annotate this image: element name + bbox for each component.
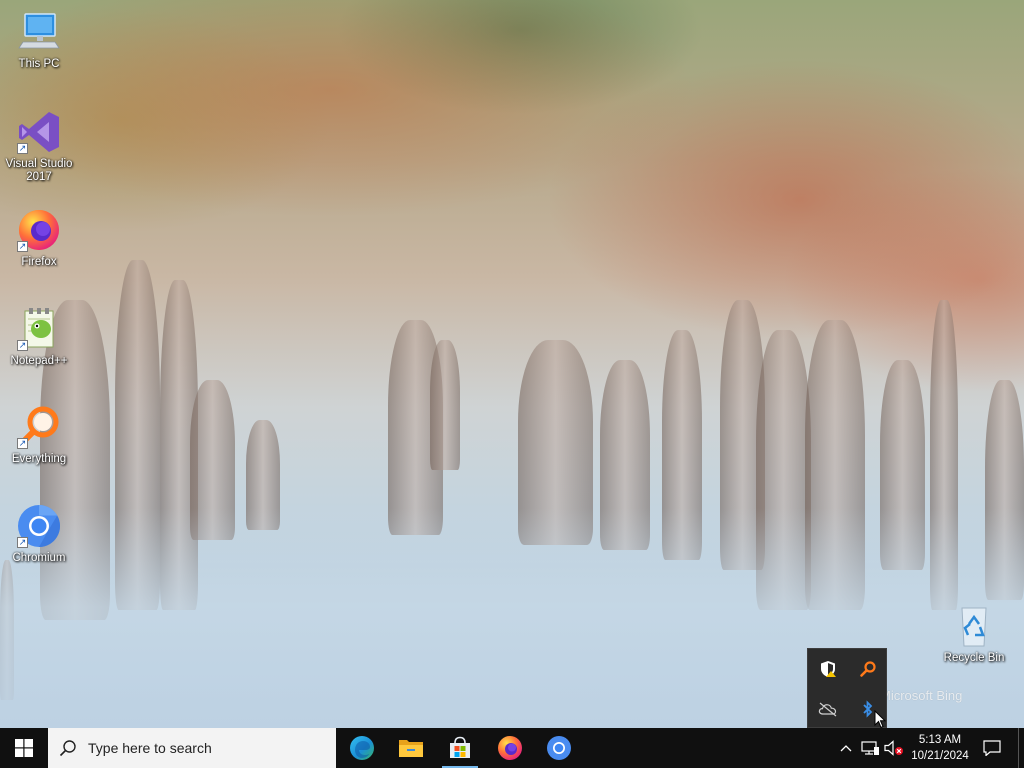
taskbar: 5:13 AM 10/21/2024 <box>0 728 1024 768</box>
firefox-icon: ↗ <box>15 206 63 254</box>
desktop-icon-chromium[interactable]: ↗ Chromium <box>1 502 77 565</box>
action-center-icon <box>983 740 1001 756</box>
desktop-icon-recycle-bin[interactable]: Recycle Bin <box>936 602 1012 665</box>
desktop-icon-this-pc[interactable]: This PC <box>1 8 77 71</box>
visual-studio-icon: ↗ <box>15 108 63 156</box>
show-desktop-button[interactable] <box>1018 728 1024 768</box>
clock-time: 5:13 AM <box>918 734 962 746</box>
search-icon <box>48 739 88 757</box>
recycle-bin-icon <box>950 602 998 650</box>
taskbar-file-explorer[interactable] <box>387 728 435 768</box>
everything-search-icon: ↗ <box>15 403 63 451</box>
onedrive-offline-icon[interactable] <box>808 689 848 729</box>
windows-logo-icon <box>15 739 33 757</box>
taskbar-clock[interactable]: 5:13 AM 10/21/2024 <box>906 728 974 768</box>
firefox-icon <box>498 736 522 760</box>
start-button[interactable] <box>0 728 48 768</box>
desktop[interactable]: This PC ↗ Visual Studio 2017 ↗ Firefox ↗… <box>0 0 1024 728</box>
volume-muted-icon[interactable] <box>883 728 905 768</box>
desktop-icon-label: Notepad++ <box>10 355 68 367</box>
desktop-icon-label: This PC <box>18 58 60 70</box>
desktop-icon-label: Recycle Bin <box>943 652 1005 664</box>
search-input[interactable] <box>88 740 328 756</box>
taskbar-edge[interactable] <box>338 728 386 768</box>
desktop-icon-label: Everything <box>11 453 67 465</box>
action-center-button[interactable] <box>978 728 1006 768</box>
clock-date: 10/21/2024 <box>911 750 969 762</box>
taskbar-firefox[interactable] <box>486 728 534 768</box>
notepadpp-icon: ↗ <box>15 305 63 353</box>
taskbar-search-box[interactable] <box>48 728 336 768</box>
desktop-icon-label: Visual Studio 2017 <box>5 158 73 183</box>
desktop-icon-firefox[interactable]: ↗ Firefox <box>1 206 77 269</box>
windows-security-icon[interactable] <box>808 649 848 689</box>
desktop-icon-label: Chromium <box>12 552 66 564</box>
edge-icon <box>350 736 374 760</box>
taskbar-chromium[interactable] <box>535 728 583 768</box>
this-pc-icon <box>15 8 63 56</box>
microsoft-store-icon <box>450 736 470 758</box>
show-hidden-icons-chevron[interactable] <box>836 728 856 768</box>
everything-tray-icon[interactable] <box>848 649 888 689</box>
desktop-icon-visual-studio[interactable]: ↗ Visual Studio 2017 <box>1 108 77 184</box>
chromium-icon: ↗ <box>15 502 63 550</box>
desktop-icon-notepadpp[interactable]: ↗ Notepad++ <box>1 305 77 368</box>
network-icon[interactable] <box>858 728 882 768</box>
taskbar-microsoft-store[interactable] <box>436 728 484 768</box>
desktop-icon-label: Firefox <box>21 256 57 268</box>
desktop-icon-everything[interactable]: ↗ Everything <box>1 403 77 466</box>
chromium-icon <box>547 736 571 760</box>
bing-watermark: Microsoft Bing <box>880 688 963 703</box>
file-explorer-icon <box>399 740 423 757</box>
